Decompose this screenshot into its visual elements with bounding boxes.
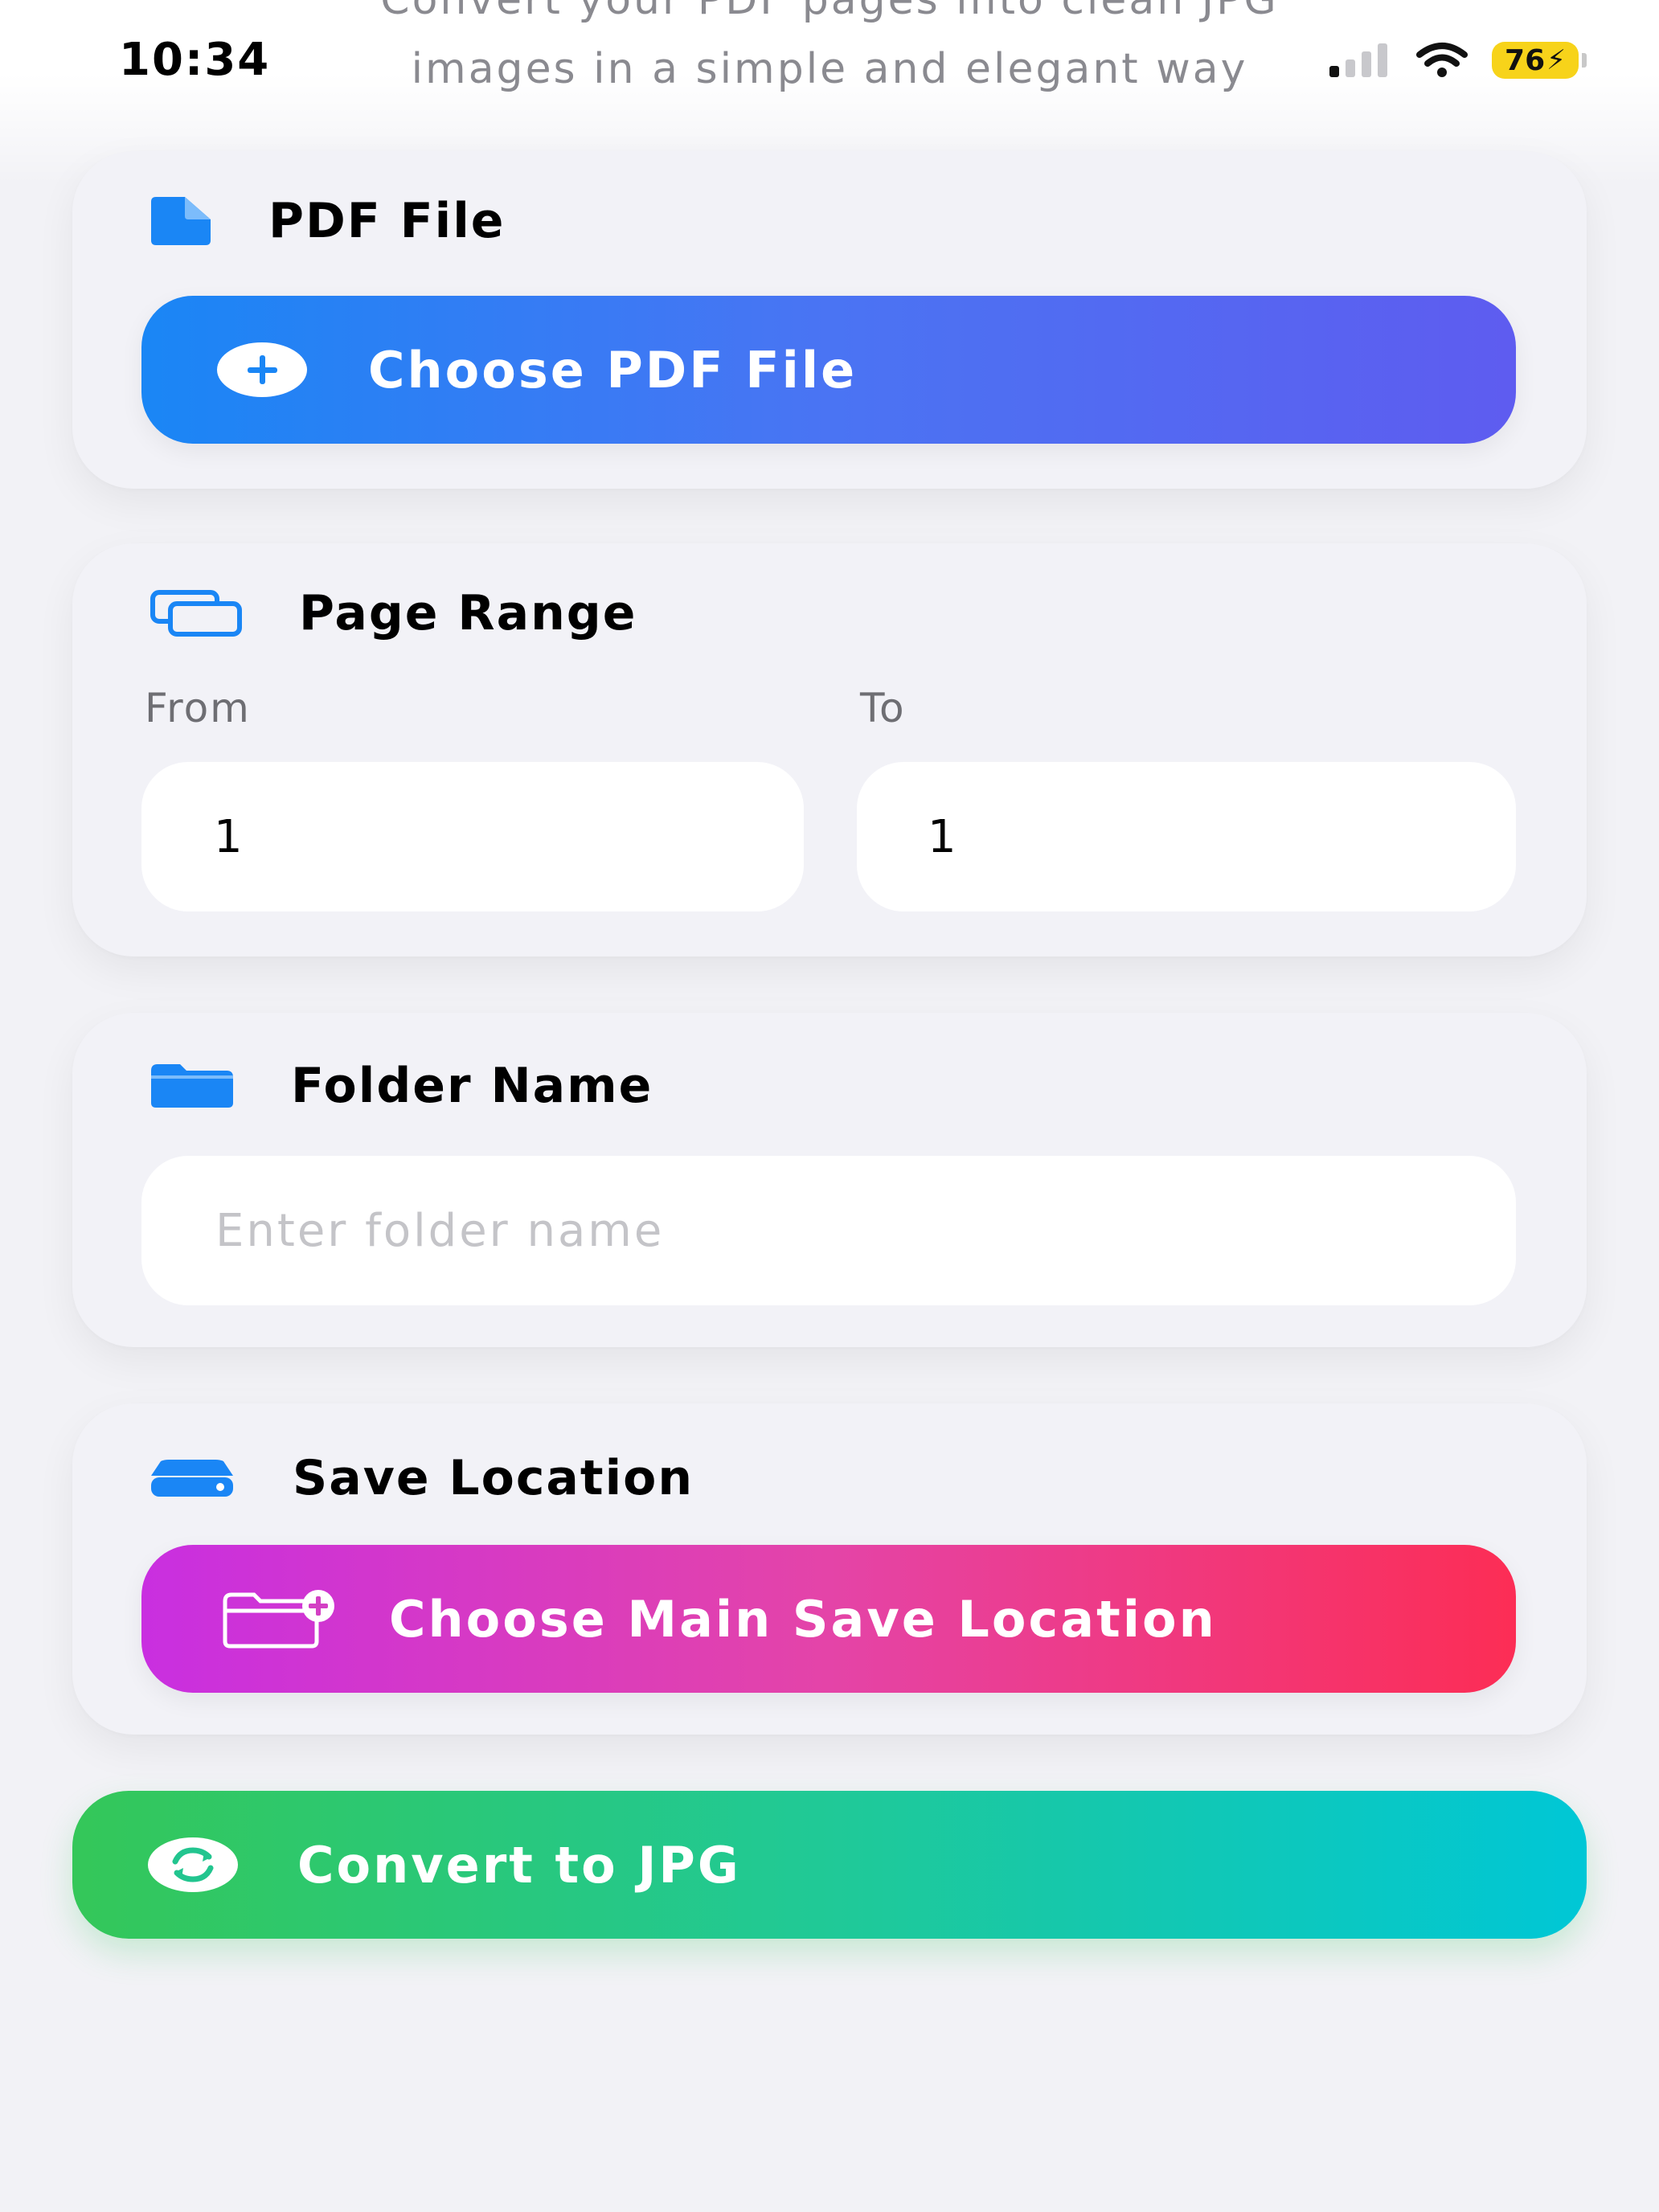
battery-tip: [1582, 53, 1587, 68]
pdf-file-card: PDF File Choose PDF File: [72, 151, 1587, 489]
save-location-header: Save Location: [150, 1450, 694, 1506]
to-label: To: [860, 685, 906, 731]
status-bar: 10:34 76 ⚡: [0, 0, 1659, 129]
status-icons: 76 ⚡: [1329, 42, 1587, 79]
to-value: 1: [928, 810, 956, 863]
folder-plus-icon: [223, 1590, 334, 1649]
choose-save-location-label: Choose Main Save Location: [389, 1589, 1217, 1649]
page-range-card: Page Range From To 1 1: [72, 543, 1587, 956]
page-range-header: Page Range: [150, 585, 637, 641]
pdf-file-title: PDF File: [268, 193, 506, 249]
folder-name-placeholder: Enter folder name: [215, 1204, 665, 1257]
document-icon: [151, 197, 211, 245]
battery-charging-icon: 76 ⚡: [1492, 42, 1587, 79]
save-location-card: Save Location Choose Main Save Location: [72, 1403, 1587, 1735]
choose-pdf-label: Choose PDF File: [368, 340, 858, 399]
folder-name-title: Folder Name: [291, 1058, 653, 1114]
to-input[interactable]: 1: [857, 762, 1516, 911]
refresh-circle-icon: [148, 1837, 238, 1892]
pdf-file-header: PDF File: [150, 193, 505, 249]
battery-level: 76 ⚡: [1492, 42, 1579, 79]
from-input[interactable]: 1: [141, 762, 804, 911]
status-time: 10:34: [119, 34, 271, 86]
battery-percent: 76: [1505, 43, 1546, 77]
folder-name-header: Folder Name: [150, 1058, 653, 1114]
convert-to-jpg-button[interactable]: Convert to JPG: [72, 1791, 1587, 1939]
from-label: From: [145, 685, 251, 731]
choose-pdf-button[interactable]: Choose PDF File: [141, 296, 1516, 444]
wifi-icon: [1416, 43, 1469, 77]
save-location-title: Save Location: [293, 1450, 694, 1506]
pages-stack-icon: [150, 590, 242, 637]
drive-icon: [151, 1460, 233, 1497]
folder-name-card: Folder Name Enter folder name: [72, 1013, 1587, 1347]
convert-to-jpg-label: Convert to JPG: [297, 1835, 741, 1895]
folder-name-input[interactable]: Enter folder name: [141, 1156, 1516, 1305]
bolt-icon: ⚡: [1546, 44, 1566, 76]
cellular-signal-icon: [1329, 43, 1388, 77]
plus-circle-icon: [217, 342, 307, 397]
folder-icon: [151, 1064, 233, 1108]
from-value: 1: [214, 810, 243, 863]
choose-save-location-button[interactable]: Choose Main Save Location: [141, 1545, 1516, 1693]
page-range-title: Page Range: [299, 585, 637, 641]
